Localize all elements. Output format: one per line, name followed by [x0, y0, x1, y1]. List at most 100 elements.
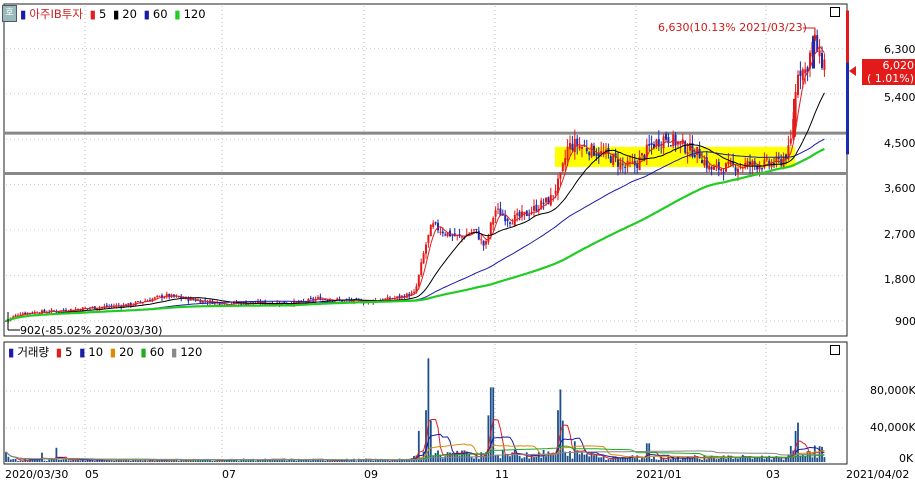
price-panel-maximize-icon[interactable]	[830, 7, 840, 17]
y-tick-4500: 4,500	[884, 137, 915, 150]
volume-bar	[129, 460, 132, 462]
candle-body	[497, 208, 499, 210]
volume-bar	[770, 459, 773, 462]
volume-bar	[518, 455, 521, 462]
volume-bar	[602, 456, 605, 462]
candle-body	[686, 152, 689, 155]
volume-bar	[355, 461, 358, 462]
candle-body	[475, 228, 478, 230]
volume-bar	[693, 455, 696, 462]
candle-body	[624, 166, 627, 168]
volume-bar	[441, 458, 444, 462]
candle-body	[43, 309, 46, 312]
candle-body	[489, 222, 492, 235]
low-annotation: 902(-85.02% 2020/03/30)	[20, 324, 163, 337]
y-tick-3600: 3,600	[884, 182, 915, 195]
volume-bar	[101, 460, 103, 462]
volume-bar	[607, 459, 610, 462]
volume-bar	[715, 459, 718, 462]
stock-name: 아주IB투자	[29, 7, 83, 21]
ma5-label: 5	[98, 7, 107, 21]
vma120-label: 120	[180, 345, 203, 359]
candle-body	[821, 53, 823, 68]
candle-body	[439, 231, 442, 233]
candle-body	[566, 146, 569, 160]
volume-bar	[487, 415, 490, 462]
volume-bar	[336, 460, 339, 462]
volume-bar	[751, 458, 754, 462]
candle-body	[451, 235, 454, 237]
volume-bar	[165, 460, 168, 462]
candle-body	[729, 161, 732, 165]
volume-legend: ▮ 거래량 ▮ 5 ▮ 10 ▮ 20 ▮ 60 ▮ 120	[8, 345, 203, 359]
volume-bar	[84, 461, 87, 462]
volume-bar	[182, 460, 185, 462]
volume-bar	[547, 451, 550, 462]
volume-bar	[765, 458, 768, 462]
volume-bar	[571, 458, 574, 462]
volume-bar	[665, 459, 667, 462]
volume-bar	[477, 458, 480, 462]
candle-body	[573, 138, 576, 153]
candle-body	[528, 214, 531, 216]
vol-tick-0: 0K	[899, 452, 914, 465]
current-price-marker	[849, 66, 856, 76]
volume-bar	[216, 460, 219, 462]
volume-bar	[7, 456, 10, 462]
volume-bar	[62, 459, 65, 462]
volume-bar	[468, 454, 471, 462]
volume-bar	[684, 458, 687, 462]
volume-bar	[525, 452, 528, 462]
volume-bar	[600, 457, 603, 462]
current-change: ( 1.01%)	[866, 72, 914, 85]
candle-body	[317, 297, 319, 299]
volume-bar	[650, 458, 653, 462]
volume-bar	[141, 460, 144, 462]
volume-bar	[509, 456, 511, 462]
volume-bar	[581, 451, 583, 462]
volume-bar	[595, 454, 598, 462]
volume-bar	[506, 455, 509, 462]
volume-bar	[21, 461, 24, 462]
volume-bar	[609, 459, 612, 462]
volume-bar	[300, 460, 303, 462]
volume-bar	[458, 455, 461, 462]
volume-panel-maximize-icon[interactable]	[830, 345, 840, 355]
volume-bar	[597, 457, 600, 462]
candle-body	[413, 291, 415, 293]
volume-bar	[461, 450, 463, 462]
y-tick-900: 900	[895, 315, 915, 328]
volume-bar	[545, 456, 547, 462]
candle-body	[422, 253, 425, 264]
volume-bar	[221, 461, 223, 462]
volume-bar	[329, 460, 331, 462]
volume-bar	[153, 461, 156, 462]
volume-bar	[14, 458, 17, 462]
volume-bar	[381, 460, 384, 462]
volume-bar	[453, 454, 456, 462]
volume-bar	[780, 458, 783, 462]
volume-bar	[557, 410, 559, 462]
candle-body	[492, 218, 495, 225]
candle-body	[506, 219, 509, 222]
chart-menu-icon[interactable]: 호	[2, 5, 17, 22]
candle-body	[665, 133, 667, 140]
candle-body	[693, 154, 696, 158]
candle-body	[482, 240, 485, 246]
candle-body	[480, 239, 483, 241]
candle-body	[609, 156, 612, 163]
volume-bar	[146, 461, 149, 462]
volume-bar	[631, 455, 634, 462]
y-tick-2700: 2,700	[884, 228, 915, 241]
volume-bar	[137, 460, 139, 462]
volume-bar	[674, 458, 677, 462]
volume-bar	[593, 455, 595, 462]
volume-bar	[417, 430, 420, 462]
volume-bar	[501, 449, 504, 462]
candle-body	[554, 190, 557, 194]
volume-bar	[753, 457, 756, 462]
volume-bar	[12, 459, 15, 462]
candle-body	[461, 236, 463, 238]
candle-body	[797, 74, 799, 96]
candle-body	[518, 211, 521, 217]
